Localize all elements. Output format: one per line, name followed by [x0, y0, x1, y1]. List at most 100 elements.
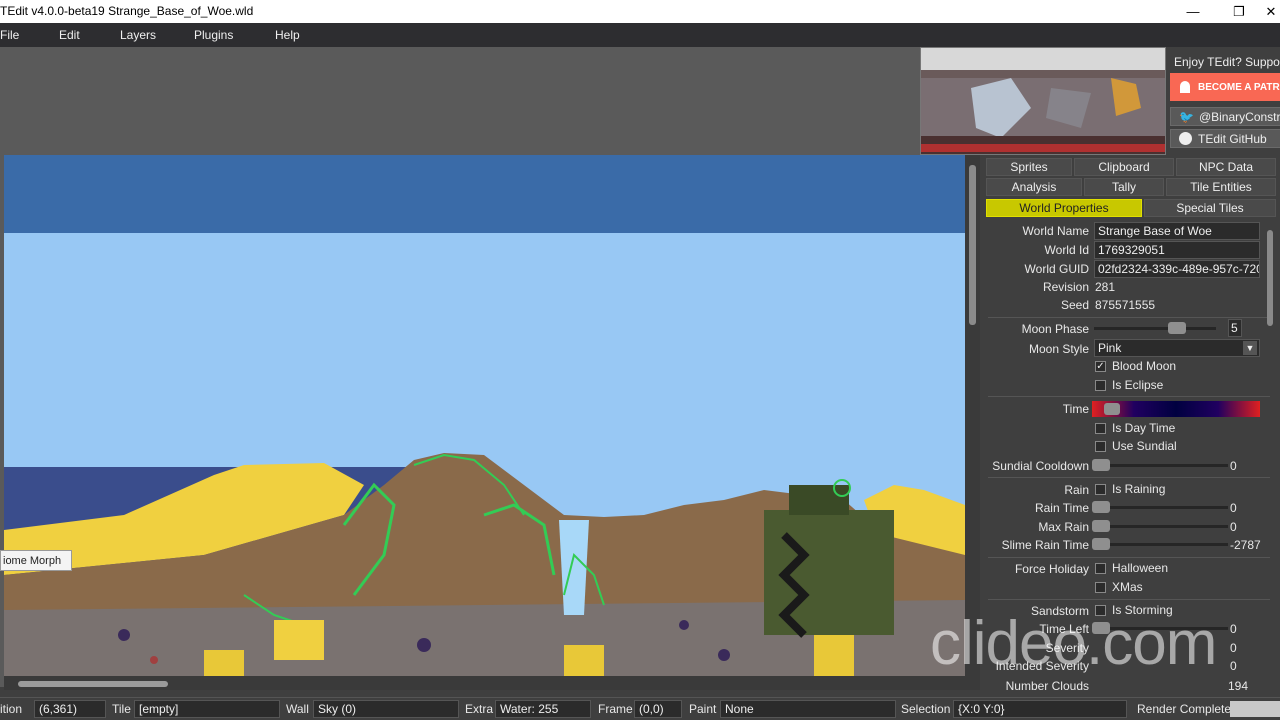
moon-style-select[interactable]: Pink ▼ — [1094, 339, 1260, 357]
tab-npc-data[interactable]: NPC Data — [1176, 158, 1276, 176]
divider — [988, 317, 1270, 318]
max-rain-label: Max Rain — [1038, 520, 1089, 534]
tile-label: Tile — [112, 702, 131, 716]
menu-plugins[interactable]: Plugins — [194, 28, 233, 42]
blood-moon-checkbox[interactable]: ✓ — [1095, 361, 1106, 372]
tab-tile-entities[interactable]: Tile Entities — [1166, 178, 1276, 196]
minimize-button[interactable]: — — [1170, 0, 1216, 23]
tile-value: [empty] — [134, 700, 280, 718]
maximize-button[interactable]: ❐ — [1216, 0, 1262, 23]
slime-rain-slider[interactable] — [1092, 538, 1228, 550]
world-name-field[interactable]: Strange Base of Woe — [1094, 222, 1260, 240]
slider-knob[interactable] — [1092, 459, 1110, 471]
is-storming-checkbox[interactable] — [1095, 605, 1106, 616]
slider-track — [1092, 543, 1228, 546]
toolbar-area — [0, 47, 920, 155]
slider-track — [1092, 464, 1228, 467]
tab-special-tiles[interactable]: Special Tiles — [1144, 199, 1276, 217]
is-day-time-checkbox[interactable] — [1095, 423, 1106, 434]
sundial-cooldown-label: Sundial Cooldown — [992, 459, 1089, 473]
slider-track — [1092, 627, 1228, 630]
menu-file[interactable]: File — [0, 28, 19, 42]
rain-time-value: 0 — [1230, 501, 1237, 515]
is-raining-checkbox[interactable] — [1095, 484, 1106, 495]
world-terrain — [4, 155, 965, 676]
is-raining-label: Is Raining — [1112, 482, 1166, 496]
tab-analysis[interactable]: Analysis — [986, 178, 1082, 196]
github-button[interactable]: TEdit GitHub — [1170, 129, 1280, 148]
panel-scrollbar[interactable] — [1265, 222, 1275, 692]
close-button[interactable]: ✕ — [1262, 0, 1280, 23]
number-clouds-value: 194 — [1228, 679, 1249, 690]
moon-phase-slider[interactable] — [1094, 322, 1216, 334]
xmas-checkbox[interactable] — [1095, 582, 1106, 593]
tab-clipboard[interactable]: Clipboard — [1074, 158, 1174, 176]
time-slider-knob[interactable] — [1104, 403, 1120, 415]
rain-time-label: Rain Time — [1034, 501, 1089, 515]
time-left-value: 0 — [1230, 622, 1237, 636]
position-label: ition — [0, 702, 23, 716]
rain-time-slider[interactable] — [1092, 501, 1228, 513]
menu-help[interactable]: Help — [275, 28, 300, 42]
vscroll-thumb[interactable] — [969, 165, 976, 325]
selection-value: {X:0 Y:0} — [953, 700, 1127, 718]
hscroll-thumb[interactable] — [18, 681, 168, 687]
tab-sprites[interactable]: Sprites — [986, 158, 1072, 176]
status-bar: ition (6,361) Tile [empty] Wall Sky (0) … — [0, 697, 1280, 720]
minimap[interactable] — [920, 47, 1166, 155]
slime-rain-label: Slime Rain Time — [1001, 538, 1089, 552]
biome-morph-tooltip: iome Morph — [0, 550, 72, 571]
map-horizontal-scrollbar[interactable] — [4, 676, 965, 690]
time-left-label: Time Left — [1039, 622, 1089, 636]
slider-knob[interactable] — [1092, 520, 1110, 532]
tab-tally[interactable]: Tally — [1084, 178, 1164, 196]
tab-world-properties[interactable]: World Properties — [986, 199, 1142, 217]
sundial-cooldown-slider[interactable] — [1092, 459, 1228, 471]
patreon-label: BECOME A PATR — [1198, 81, 1280, 93]
sundial-cooldown-value: 0 — [1230, 459, 1237, 473]
render-status: Render Complete — [1137, 702, 1232, 716]
support-panel: Enjoy TEdit? Support BECOME A PATR 🐦 @Bi… — [1166, 47, 1280, 155]
slime-rain-value: -2787 — [1230, 538, 1261, 552]
is-eclipse-checkbox[interactable] — [1095, 380, 1106, 391]
blood-moon-label: Blood Moon — [1112, 359, 1177, 373]
slider-knob[interactable] — [1092, 538, 1110, 550]
time-slider[interactable] — [1092, 401, 1260, 417]
extra-value: Water: 255 — [495, 700, 591, 718]
time-left-slider[interactable] — [1092, 622, 1228, 634]
world-map-viewport[interactable] — [4, 155, 965, 676]
twitter-button[interactable]: 🐦 @BinaryConstr — [1170, 107, 1280, 126]
time-label: Time — [1062, 402, 1089, 416]
paint-label: Paint — [689, 702, 717, 716]
extra-label: Extra — [465, 702, 494, 716]
moon-phase-label: Moon Phase — [1021, 322, 1089, 336]
slider-knob[interactable] — [1092, 501, 1110, 513]
panel-scroll-thumb[interactable] — [1267, 230, 1273, 326]
halloween-label: Halloween — [1112, 561, 1169, 575]
selection-label: Selection — [901, 702, 951, 716]
moon-phase-field[interactable]: 5 — [1228, 319, 1242, 337]
world-guid-field[interactable]: 02fd2324-339c-489e-957c-7201 — [1094, 260, 1260, 278]
patreon-button[interactable]: BECOME A PATR — [1170, 73, 1280, 101]
world-id-field[interactable]: 1769329051 — [1094, 241, 1260, 259]
force-holiday-label: Force Holiday — [1014, 562, 1089, 576]
slider-knob[interactable] — [1092, 622, 1110, 634]
chevron-down-icon: ▼ — [1243, 341, 1257, 355]
slider-track — [1094, 327, 1216, 330]
wall-value: Sky (0) — [313, 700, 459, 718]
max-rain-slider[interactable] — [1092, 520, 1228, 532]
map-vertical-scrollbar[interactable] — [965, 155, 980, 690]
render-progress-bar — [1230, 701, 1280, 717]
support-text: Enjoy TEdit? Support — [1174, 55, 1280, 69]
halloween-checkbox[interactable] — [1095, 563, 1106, 574]
menu-edit[interactable]: Edit — [59, 28, 80, 42]
menu-layers[interactable]: Layers — [120, 28, 156, 42]
revision-value: 281 — [1095, 280, 1116, 294]
window-title: TEdit v4.0.0-beta19 Strange_Base_of_Woe.… — [0, 4, 254, 18]
frame-value: (0,0) — [634, 700, 682, 718]
use-sundial-checkbox[interactable] — [1095, 441, 1106, 452]
world-guid-label: World GUID — [1024, 262, 1089, 276]
slider-knob[interactable] — [1168, 322, 1186, 334]
severity-label: Severity — [1045, 641, 1089, 655]
twitter-label: @BinaryConstr — [1198, 109, 1280, 124]
